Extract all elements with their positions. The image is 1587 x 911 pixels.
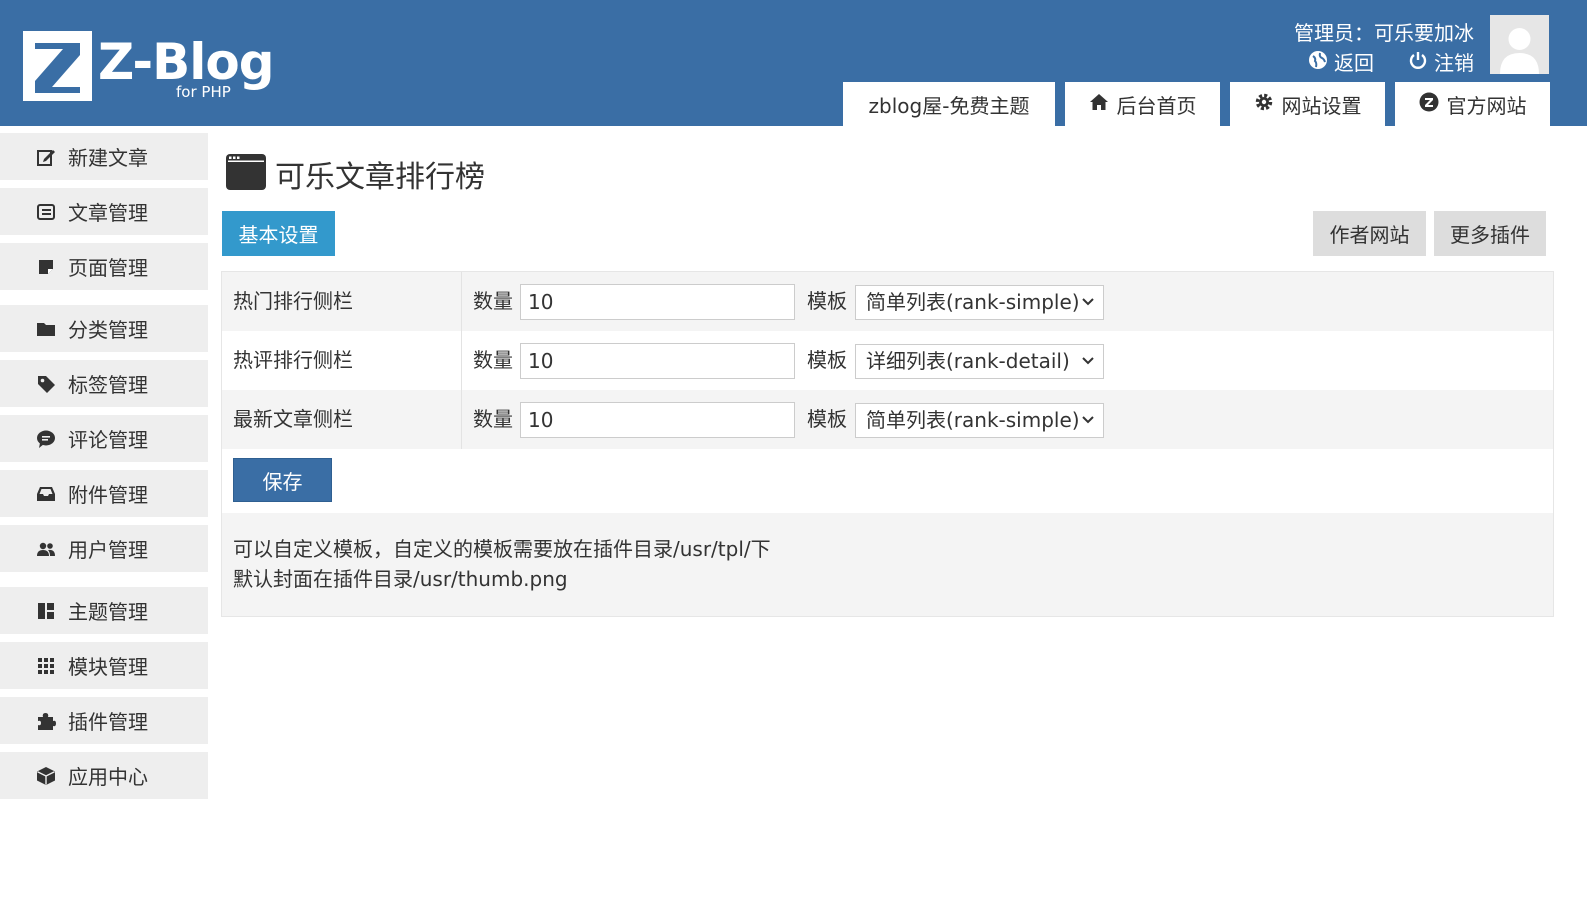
row-divider: [461, 272, 462, 331]
sidebar-item-new-article[interactable]: 新建文章: [0, 133, 208, 180]
home-icon: [1089, 92, 1109, 117]
logout-label: 注销: [1434, 51, 1474, 75]
gear-icon: [1254, 92, 1274, 117]
template-select-value: 详细列表(rank-detail): [866, 349, 1070, 373]
more-plugins-button[interactable]: 更多插件: [1434, 211, 1546, 256]
back-label: 返回: [1334, 51, 1374, 75]
back-link[interactable]: 返回: [1308, 50, 1374, 76]
template-select[interactable]: 简单列表(rank-simple): [855, 403, 1104, 438]
sidebar-item-pages[interactable]: 页面管理: [0, 243, 208, 290]
chevron-down-icon: [1081, 404, 1095, 447]
tab-label: 网站设置: [1281, 93, 1362, 118]
page-title: 可乐文章排行榜: [225, 152, 485, 196]
template-select[interactable]: 简单列表(rank-simple): [855, 285, 1104, 320]
sidebar-item-plugins[interactable]: 插件管理: [0, 697, 208, 744]
template-label: 模板: [807, 348, 847, 372]
quantity-label: 数量: [473, 289, 513, 313]
sidebar-item-themes[interactable]: 主题管理: [0, 587, 208, 634]
article-icon: [35, 201, 57, 223]
note-text: 默认封面在插件目录/usr/thumb.png: [233, 567, 568, 591]
row-divider: [461, 331, 462, 390]
settings-panel: 热门排行侧栏 数量 10 模板 简单列表(rank-simple) 热评排行侧栏…: [221, 271, 1554, 617]
row-label: 热门排行侧栏: [233, 289, 353, 313]
sidebar-item-modules[interactable]: 模块管理: [0, 642, 208, 689]
sidebar-item-label: 评论管理: [68, 428, 148, 452]
quantity-label: 数量: [473, 407, 513, 431]
puzzle-icon: [35, 710, 57, 732]
sidebar-item-label: 插件管理: [68, 710, 148, 734]
inbox-icon: [35, 483, 57, 505]
settings-row: 热评排行侧栏 数量 10 模板 详细列表(rank-detail): [222, 331, 1553, 390]
chevron-down-icon: [1081, 345, 1095, 388]
quantity-input[interactable]: 10: [520, 343, 795, 379]
sidebar-item-label: 页面管理: [68, 256, 148, 280]
sidebar-item-tags[interactable]: 标签管理: [0, 360, 208, 407]
edit-icon: [35, 146, 57, 168]
window-icon: [225, 153, 267, 195]
tab-label: 官方网站: [1446, 93, 1527, 118]
grid-icon: [35, 655, 57, 677]
zblog-icon: [1419, 92, 1439, 117]
tab-label: 后台首页: [1116, 93, 1197, 118]
quantity-input[interactable]: 10: [520, 402, 795, 438]
logo-z-icon: [23, 31, 92, 101]
sidebar-item-label: 应用中心: [68, 765, 148, 789]
sidebar-item-label: 文章管理: [68, 201, 148, 225]
tab-site-settings[interactable]: 网站设置: [1230, 82, 1385, 126]
page-title-text: 可乐文章排行榜: [275, 160, 485, 195]
note-text: 可以自定义模板，自定义的模板需要放在插件目录/usr/tpl/下: [233, 537, 771, 561]
sidebar-item-categories[interactable]: 分类管理: [0, 305, 208, 352]
template-label: 模板: [807, 407, 847, 431]
folder-icon: [35, 318, 57, 340]
tab-official-site[interactable]: 官方网站: [1395, 82, 1550, 126]
page-icon: [35, 256, 57, 278]
users-icon: [35, 538, 57, 560]
sidebar-item-label: 用户管理: [68, 538, 148, 562]
basic-settings-tab[interactable]: 基本设置: [222, 211, 335, 256]
sidebar-item-attachments[interactable]: 附件管理: [0, 470, 208, 517]
logo-subtitle: for PHP: [176, 83, 231, 101]
settings-row: 热门排行侧栏 数量 10 模板 简单列表(rank-simple): [222, 272, 1553, 331]
sidebar-item-label: 附件管理: [68, 483, 148, 507]
sidebar-item-articles[interactable]: 文章管理: [0, 188, 208, 235]
sidebar-item-label: 分类管理: [68, 318, 148, 342]
tab-label: zblog屋-免费主题: [868, 93, 1030, 118]
power-icon: [1408, 50, 1428, 76]
top-nav-tabs: zblog屋-免费主题 后台首页 网站设置 官方网站: [843, 82, 1550, 126]
row-label: 热评排行侧栏: [233, 348, 353, 372]
tag-icon: [35, 373, 57, 395]
template-select-value: 简单列表(rank-simple): [866, 290, 1080, 314]
sidebar-item-label: 模块管理: [68, 655, 148, 679]
settings-row: 最新文章侧栏 数量 10 模板 简单列表(rank-simple): [222, 390, 1553, 449]
user-actions: 返回 注销: [1308, 50, 1474, 76]
top-header: Z-Blog for PHP 管理员：可乐要加冰 返回 注销 zblog屋-免费…: [0, 0, 1587, 126]
sidebar-item-app-center[interactable]: 应用中心: [0, 752, 208, 799]
author-site-button[interactable]: 作者网站: [1313, 211, 1426, 256]
box-icon: [35, 765, 57, 787]
sidebar-item-users[interactable]: 用户管理: [0, 525, 208, 572]
sidebar-item-label: 标签管理: [68, 373, 148, 397]
globe-icon: [1308, 50, 1328, 76]
sidebar-item-label: 主题管理: [68, 600, 148, 624]
template-select-value: 简单列表(rank-simple): [866, 408, 1080, 432]
layout-icon: [35, 600, 57, 622]
sidebar-item-comments[interactable]: 评论管理: [0, 415, 208, 462]
save-button[interactable]: 保存: [233, 458, 332, 502]
notes-section: 可以自定义模板，自定义的模板需要放在插件目录/usr/tpl/下 默认封面在插件…: [222, 513, 1553, 616]
template-label: 模板: [807, 289, 847, 313]
logout-link[interactable]: 注销: [1408, 50, 1474, 76]
row-divider: [461, 390, 462, 449]
row-label: 最新文章侧栏: [233, 407, 353, 431]
chevron-down-icon: [1081, 286, 1095, 329]
admin-user-label: 管理员：可乐要加冰: [1294, 21, 1474, 45]
template-select[interactable]: 详细列表(rank-detail): [855, 344, 1104, 379]
comment-icon: [35, 428, 57, 450]
sidebar-item-label: 新建文章: [68, 146, 148, 170]
quantity-label: 数量: [473, 348, 513, 372]
quantity-input[interactable]: 10: [520, 284, 795, 320]
tab-zblog-theme[interactable]: zblog屋-免费主题: [843, 82, 1055, 126]
tab-admin-home[interactable]: 后台首页: [1065, 82, 1220, 126]
avatar[interactable]: [1490, 15, 1549, 74]
